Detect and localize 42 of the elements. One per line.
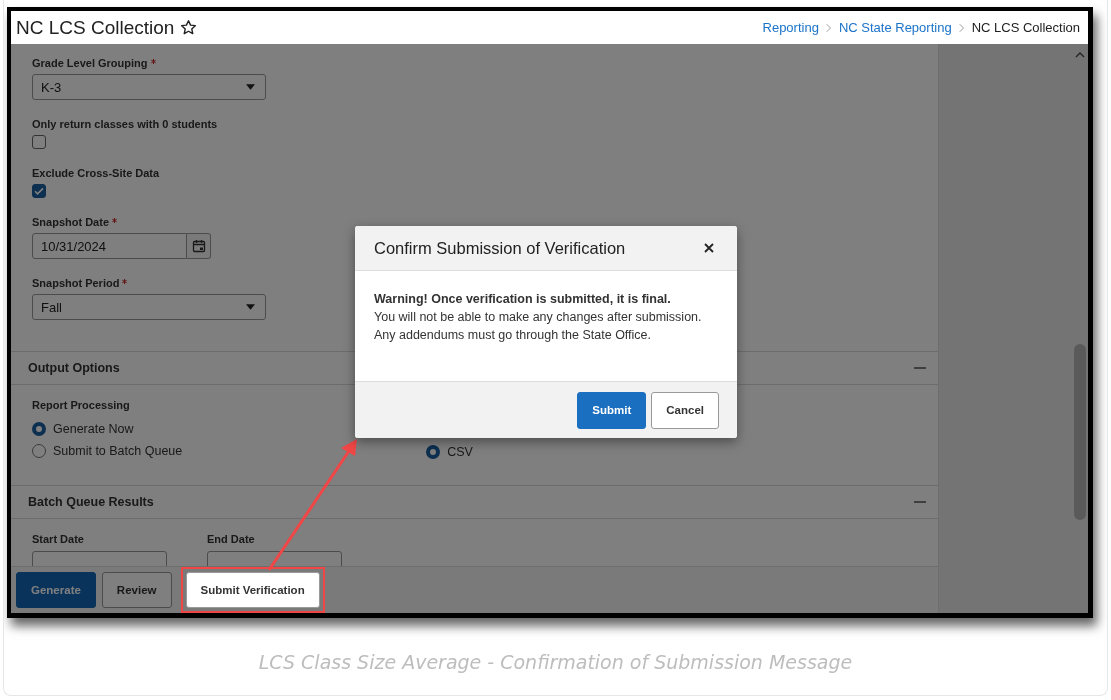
action-button[interactable]: Submit Verification: [185, 572, 320, 608]
scroll-up-icon[interactable]: [1075, 52, 1085, 58]
field-label: Exclude Cross-Site Data: [32, 167, 160, 179]
date-field[interactable]: 10/31/2024: [32, 233, 187, 259]
action-button[interactable]: Generate: [16, 572, 96, 608]
caret-icon: [246, 84, 255, 90]
dialog-button[interactable]: Submit: [577, 391, 647, 429]
section-title: Output Options: [28, 361, 120, 375]
scrollbar-thumb[interactable]: [1074, 344, 1086, 520]
chevron-icon: [958, 22, 965, 33]
dialog-title: Confirm Submission of Verification: [374, 238, 626, 258]
field-label: Grade Level Grouping: [32, 57, 148, 69]
star-icon[interactable]: [180, 19, 198, 36]
field-label: Start Date: [32, 533, 85, 545]
dialog-message: Any addendums must go through the State Office.: [374, 328, 653, 342]
dialog-button[interactable]: Cancel: [651, 391, 719, 429]
dropdown-field[interactable]: K-3: [32, 74, 266, 100]
checkbox[interactable]: [32, 135, 46, 149]
figure-caption: LCS Class Size Average - Confirmation of Submission Message: [257, 651, 854, 673]
checkbox[interactable]: [32, 184, 46, 198]
dropdown-field[interactable]: Fall: [32, 294, 266, 320]
field-label: End Date: [207, 533, 256, 545]
action-button[interactable]: Review: [101, 572, 172, 608]
field-label: Snapshot Period: [32, 277, 120, 289]
dialog-message: You will not be able to make any changes after submission.: [374, 310, 703, 324]
calendar-button[interactable]: [187, 233, 211, 259]
warning-text: Warning! Once verification is submitted, it is final.: [374, 292, 672, 306]
chevron-icon: [825, 22, 832, 33]
close-icon[interactable]: [704, 243, 714, 253]
radio-option[interactable]: CSV: [426, 441, 473, 463]
group-label: Report Processing: [32, 399, 131, 411]
page-title: NC LCS Collection: [16, 16, 175, 39]
calendar-icon: [191, 239, 206, 253]
radio-option[interactable]: Submit to Batch Queue: [32, 440, 183, 462]
caret-icon: [246, 304, 255, 310]
breadcrumb-current: NC LCS Collection: [971, 20, 1080, 35]
field-label: Only return classes with 0 students: [32, 118, 218, 130]
section-title: Batch Queue Results: [28, 495, 154, 509]
breadcrumb-link[interactable]: Reporting: [762, 20, 819, 35]
radio-option[interactable]: Generate Now: [32, 418, 183, 440]
field-label: Snapshot Date: [32, 216, 109, 228]
breadcrumb-link[interactable]: NC State Reporting: [838, 20, 952, 35]
